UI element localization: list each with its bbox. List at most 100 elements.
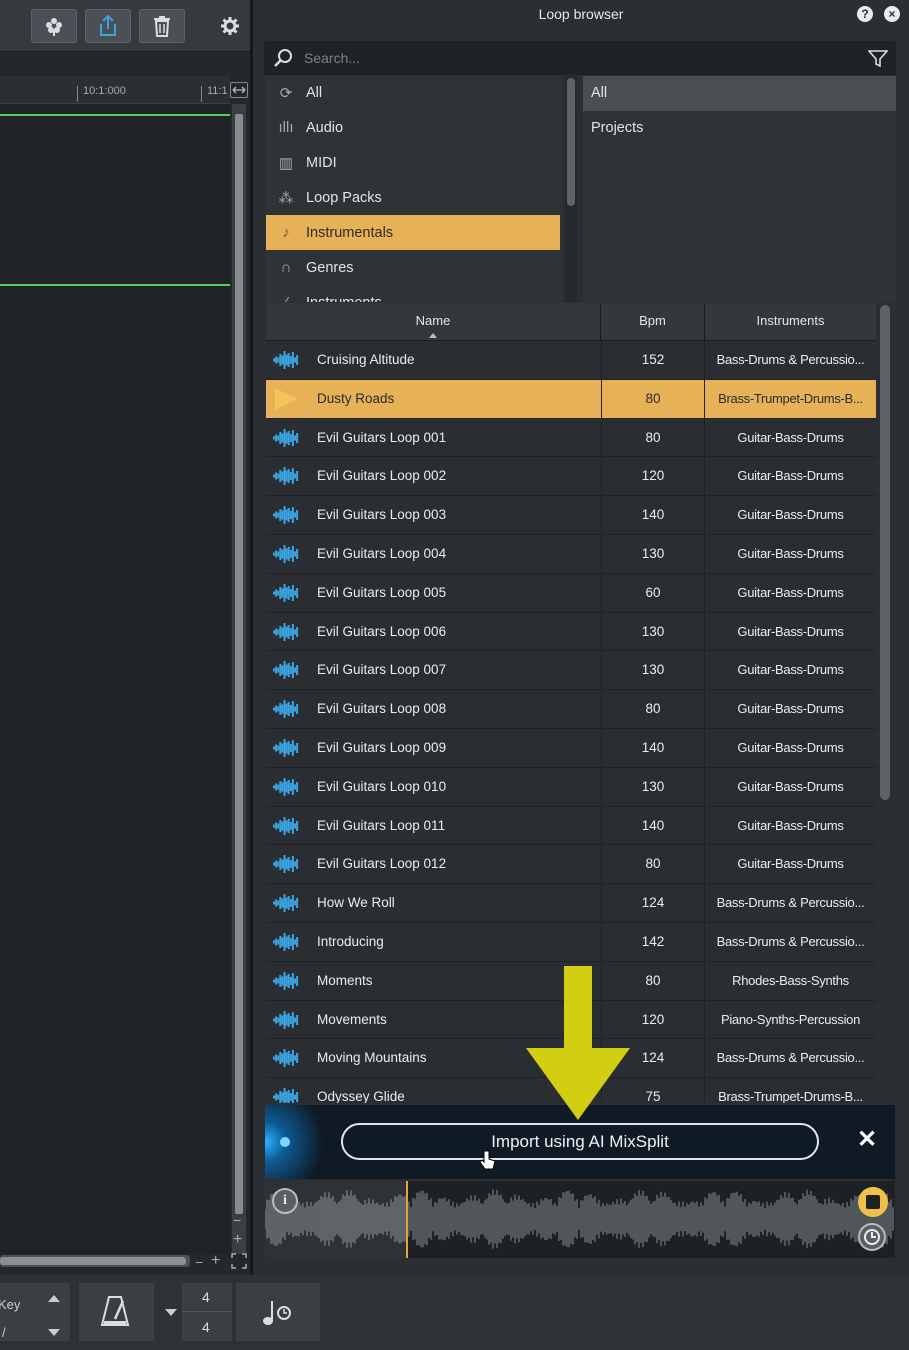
audio-wave-icon[interactable] bbox=[273, 621, 299, 643]
microphone-icon: ♪ bbox=[282, 224, 290, 241]
playhead[interactable] bbox=[406, 1181, 408, 1258]
export-button[interactable] bbox=[85, 9, 131, 43]
tempo-button[interactable] bbox=[236, 1283, 320, 1341]
tempo-sync-button[interactable] bbox=[858, 1223, 886, 1251]
table-row[interactable]: Introducing 142 Bass-Drums & Percussio... bbox=[266, 923, 876, 962]
source-item[interactable]: Projects bbox=[583, 111, 896, 146]
audio-wave-icon[interactable] bbox=[273, 659, 299, 681]
category-item[interactable]: ▥ MIDI bbox=[266, 145, 560, 180]
loop-name: Evil Guitars Loop 007 bbox=[317, 662, 447, 678]
audio-wave-icon[interactable] bbox=[273, 970, 299, 992]
audio-wave-icon[interactable] bbox=[273, 1009, 299, 1031]
audio-wave-icon[interactable] bbox=[273, 582, 299, 604]
audio-wave-icon[interactable] bbox=[273, 1086, 299, 1103]
table-row[interactable]: Evil Guitars Loop 008 80 Guitar-Bass-Drums bbox=[266, 690, 876, 729]
table-row[interactable]: Evil Guitars Loop 012 80 Guitar-Bass-Drums bbox=[266, 845, 876, 885]
audio-wave-icon[interactable] bbox=[273, 504, 299, 526]
table-row[interactable]: Evil Guitars Loop 007 130 Guitar-Bass-Drum… bbox=[266, 651, 876, 691]
audio-wave-icon[interactable] bbox=[273, 349, 299, 371]
play-icon[interactable] bbox=[275, 387, 297, 410]
panel-title: Loop browser bbox=[538, 6, 624, 22]
horizontal-scrollbar[interactable] bbox=[0, 1255, 190, 1267]
close-banner-icon[interactable]: ✕ bbox=[857, 1127, 877, 1153]
audio-wave-icon[interactable] bbox=[273, 853, 299, 875]
table-row[interactable]: Evil Guitars Loop 002 120 Guitar-Bass-Drum… bbox=[266, 457, 876, 497]
table-row[interactable]: Evil Guitars Loop 010 130 Guitar-Bass-Drum… bbox=[266, 767, 876, 807]
import-mixsplit-button[interactable]: Import using AI MixSplit bbox=[341, 1123, 819, 1160]
loop-instruments: Guitar-Bass-Drums bbox=[737, 429, 844, 445]
track-area[interactable] bbox=[0, 104, 230, 1254]
table-row[interactable]: Evil Guitars Loop 003 140 Guitar-Bass-Drum… bbox=[266, 496, 876, 535]
table-row[interactable]: Evil Guitars Loop 011 140 Guitar-Bass-Drum… bbox=[266, 806, 876, 846]
column-header-instruments[interactable]: Instruments bbox=[705, 303, 876, 341]
category-item[interactable]: ⁄Instruments bbox=[266, 285, 560, 302]
key-label: Key bbox=[0, 1297, 21, 1312]
fit-width-icon[interactable] bbox=[230, 82, 248, 98]
header-label: Name bbox=[415, 313, 451, 328]
vertical-zoom-in-icon[interactable]: + bbox=[233, 1231, 242, 1249]
close-icon[interactable]: × bbox=[884, 6, 900, 22]
vertical-scrollbar[interactable] bbox=[232, 104, 246, 1254]
metronome-dropdown-icon[interactable] bbox=[165, 1309, 177, 1316]
category-item[interactable]: ⁂ Loop Packs bbox=[266, 180, 560, 215]
timeline-ruler[interactable]: 10:1:000 11:1 bbox=[0, 76, 230, 104]
column-header-name[interactable]: Name bbox=[266, 303, 601, 341]
stop-icon bbox=[866, 1195, 880, 1209]
loop-name: Introducing bbox=[317, 934, 384, 949]
fullscreen-icon[interactable] bbox=[231, 1253, 247, 1269]
waveform-preview[interactable]: i bbox=[265, 1181, 895, 1258]
category-item[interactable]: ∩ Genres bbox=[266, 250, 560, 285]
key-box: Key / bbox=[0, 1283, 70, 1341]
scrollbar-thumb[interactable] bbox=[880, 305, 890, 800]
table-row[interactable]: How We Roll 124 Bass-Drums & Percussio... bbox=[266, 884, 876, 923]
category-item[interactable]: ⟳ All bbox=[266, 76, 560, 110]
audio-wave-icon[interactable] bbox=[273, 931, 299, 953]
metronome-button[interactable] bbox=[79, 1283, 154, 1341]
loop-bpm: 80 bbox=[601, 418, 705, 457]
source-item[interactable]: All bbox=[583, 76, 896, 111]
info-icon[interactable]: i bbox=[272, 1188, 298, 1214]
vertical-zoom-out-icon[interactable]: − bbox=[233, 1212, 241, 1228]
table-row[interactable]: Evil Guitars Loop 009 140 Guitar-Bass-Drum… bbox=[266, 729, 876, 768]
table-row[interactable]: Evil Guitars Loop 004 130 Guitar-Bass-Drum… bbox=[266, 535, 876, 574]
loop-name: Movements bbox=[317, 1011, 387, 1027]
table-row[interactable]: Evil Guitars Loop 001 80 Guitar-Bass-Drums bbox=[266, 418, 876, 458]
audio-wave-icon[interactable] bbox=[273, 737, 299, 759]
loop-instruments: Guitar-Bass-Drums bbox=[737, 468, 844, 484]
time-signature[interactable]: 4 4 bbox=[182, 1283, 232, 1341]
column-header-bpm[interactable]: Bpm bbox=[601, 303, 705, 341]
scrollbar-thumb[interactable] bbox=[0, 1257, 186, 1265]
table-row[interactable]: Dusty Roads 80 Brass-Trumpet-Drums-B... bbox=[266, 379, 876, 419]
filter-icon[interactable] bbox=[868, 50, 888, 68]
scrollbar-thumb[interactable] bbox=[567, 78, 575, 206]
delete-button[interactable] bbox=[139, 9, 185, 43]
audio-wave-icon[interactable] bbox=[273, 1047, 299, 1069]
clock-icon bbox=[864, 1229, 880, 1245]
audio-wave-icon[interactable] bbox=[273, 776, 299, 798]
down-arrow-annotation bbox=[526, 966, 630, 1120]
gear-icon[interactable] bbox=[220, 16, 240, 36]
audio-wave-icon[interactable] bbox=[273, 427, 299, 449]
zoom-out-icon[interactable]: − bbox=[195, 1254, 203, 1270]
key-up-icon[interactable] bbox=[48, 1295, 60, 1302]
category-list: ⟳ All ıllı Audio ▥ MIDI ⁂ Loop Packs ♪ Instrument… bbox=[266, 76, 562, 302]
help-icon[interactable]: ? bbox=[857, 6, 873, 22]
table-row[interactable]: Evil Guitars Loop 006 130 Guitar-Bass-Drum… bbox=[266, 612, 876, 652]
key-down-icon[interactable] bbox=[48, 1329, 60, 1336]
audio-wave-icon[interactable] bbox=[273, 465, 299, 487]
loop-bpm: 130 bbox=[601, 535, 705, 573]
search-icon[interactable] bbox=[273, 48, 293, 68]
audio-wave-icon[interactable] bbox=[273, 892, 299, 914]
group-tracks-button[interactable] bbox=[31, 9, 77, 43]
table-row[interactable]: Cruising Altitude 152 Bass-Drums & Percuss… bbox=[266, 341, 876, 380]
table-row[interactable]: Evil Guitars Loop 005 60 Guitar-Bass-Drums bbox=[266, 573, 876, 613]
category-item[interactable]: ♪ Instrumentals bbox=[266, 215, 560, 250]
category-item[interactable]: ıllı Audio bbox=[266, 110, 560, 145]
stop-button[interactable] bbox=[858, 1187, 888, 1217]
scrollbar-thumb[interactable] bbox=[235, 114, 243, 1214]
search-input[interactable] bbox=[304, 41, 844, 75]
audio-wave-icon[interactable] bbox=[273, 543, 299, 565]
audio-wave-icon[interactable] bbox=[273, 815, 299, 837]
audio-wave-icon[interactable] bbox=[273, 698, 299, 720]
zoom-in-icon[interactable]: + bbox=[211, 1252, 220, 1270]
